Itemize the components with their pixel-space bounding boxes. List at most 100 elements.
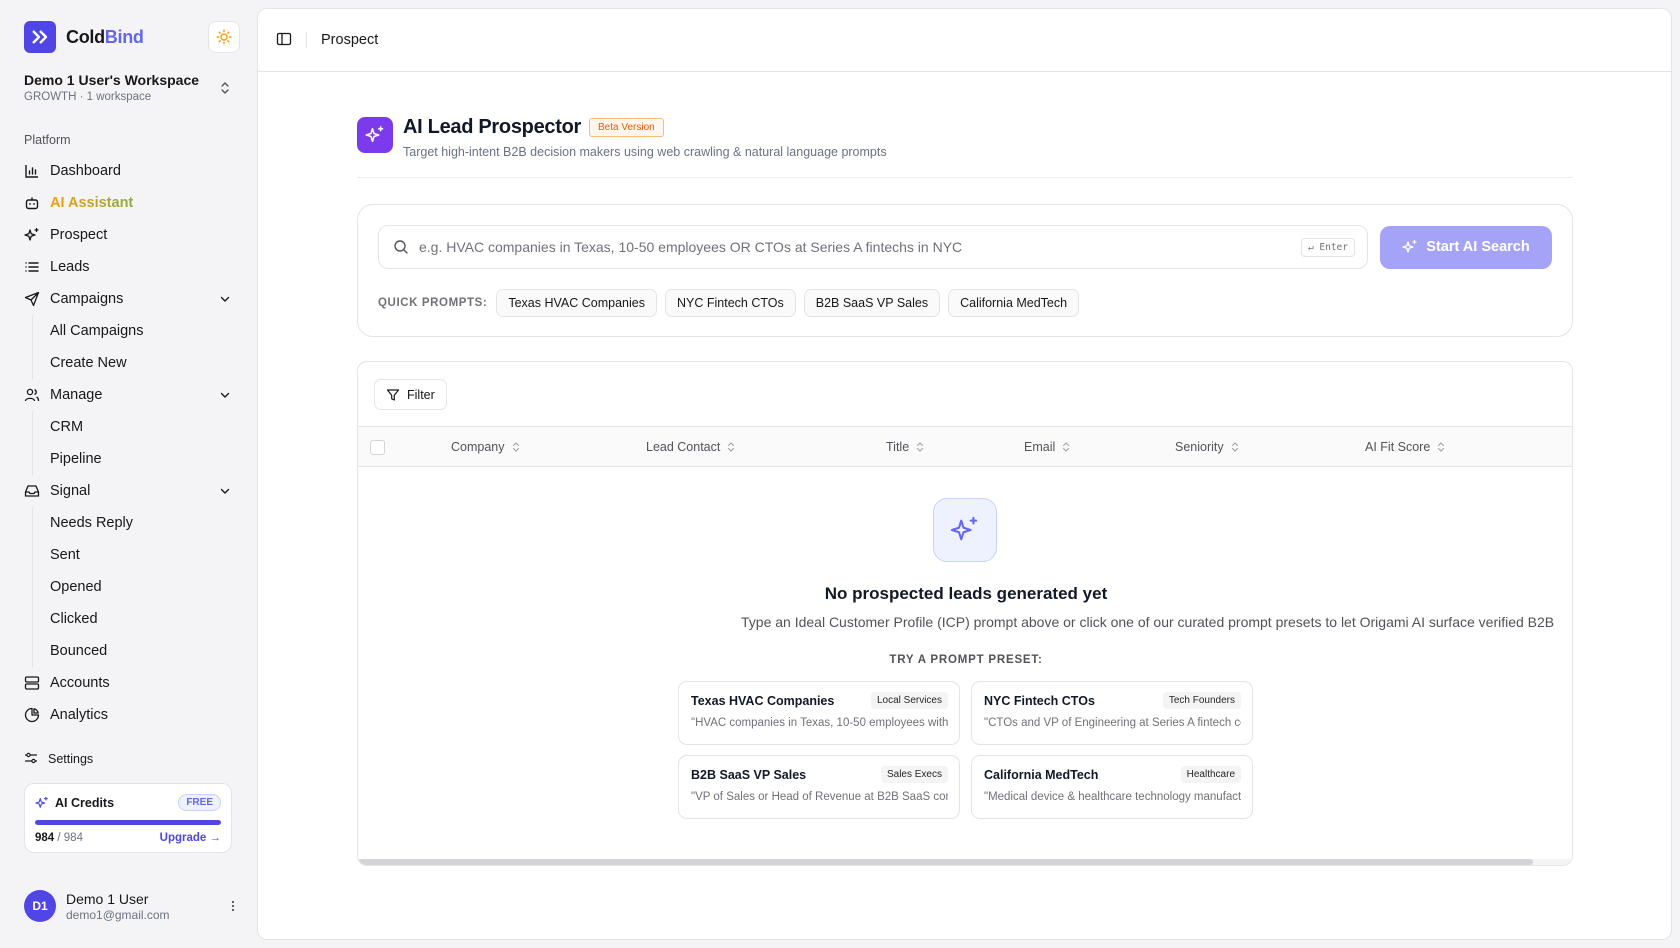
sidebar-item-accounts[interactable]: Accounts (24, 667, 240, 699)
bar-chart-icon (24, 163, 40, 179)
sort-icon (512, 442, 519, 452)
ai-credits-card: AI Credits FREE 984 / 984 Upgrade → (24, 783, 232, 853)
preset-title: Texas HVAC Companies (691, 693, 835, 708)
credits-progress-bar (35, 820, 221, 825)
brand-name-part2: Bind (104, 26, 144, 47)
select-all-checkbox[interactable] (370, 440, 385, 455)
sidebar-item-campaigns[interactable]: Campaigns (24, 283, 240, 315)
preset-tag: Sales Execs (880, 766, 948, 783)
credits-used: 984 (35, 832, 55, 844)
preset-description: "Medical device & healthcare technology … (984, 791, 1241, 803)
sidebar-item-settings[interactable]: Settings (24, 745, 240, 773)
sidebar-item-label: Prospect (50, 227, 108, 243)
filter-button[interactable]: Filter (374, 379, 447, 410)
users-icon (24, 387, 40, 403)
brand-row: ColdBind (24, 20, 240, 54)
chevron-down-icon[interactable] (218, 292, 232, 306)
sidebar-item-label: Accounts (50, 675, 110, 691)
search-card: ↵ Enter Start AI Search QUICK PROMPTS: T… (357, 204, 1573, 337)
sidebar-subitem-bounced[interactable]: Bounced (50, 635, 240, 667)
empty-state-title: No prospected leads generated yet (824, 584, 1108, 603)
quick-prompt-chip[interactable]: Texas HVAC Companies (496, 289, 657, 317)
brand[interactable]: ColdBind (24, 21, 144, 53)
preset-tag: Healthcare (1180, 766, 1241, 783)
workspace-plan: GROWTH · 1 workspace (24, 91, 152, 103)
sidebar-toggle-icon[interactable] (276, 31, 292, 50)
sort-icon (1231, 442, 1238, 452)
sidebar: ColdBind Demo 1 User's Workspace GROWTH … (0, 0, 256, 948)
signal-submenu: Needs Reply Sent Opened Clicked Bounced (32, 507, 240, 667)
sidebar-item-manage[interactable]: Manage (24, 379, 240, 411)
sidebar-item-label: Leads (50, 259, 90, 275)
prompt-preset-card[interactable]: B2B SaaS VP Sales Sales Execs "VP of Sale… (678, 755, 960, 819)
credits-progress-fill (35, 820, 221, 825)
upgrade-link[interactable]: Upgrade → (160, 832, 221, 844)
scrollbar-thumb[interactable] (358, 859, 1533, 865)
quick-prompts: QUICK PROMPTS: Texas HVAC Companies NYC … (378, 289, 1552, 317)
horizontal-scrollbar[interactable] (358, 859, 1572, 865)
settings-label: Settings (48, 752, 94, 766)
sort-icon (1438, 442, 1445, 452)
beta-badge: Beta Version (588, 118, 664, 137)
search-input[interactable] (419, 239, 1291, 255)
sidebar-item-label: Signal (50, 483, 91, 499)
sidebar-item-label: Dashboard (50, 163, 121, 179)
sidebar-subitem-all-campaigns[interactable]: All Campaigns (50, 315, 240, 347)
start-ai-search-button[interactable]: Start AI Search (1380, 225, 1552, 269)
prompt-preset-card[interactable]: NYC Fintech CTOs Tech Founders "CTOs and … (971, 681, 1253, 745)
sidebar-item-label: Manage (50, 387, 103, 403)
topbar-divider (306, 32, 307, 48)
user-profile[interactable]: D1 Demo 1 User demo1@gmail.com (24, 890, 240, 922)
user-name: Demo 1 User (66, 890, 149, 907)
quick-prompt-chip[interactable]: B2B SaaS VP Sales (803, 289, 941, 317)
column-header-company[interactable]: Company (451, 427, 521, 467)
chevron-down-icon[interactable] (218, 388, 232, 402)
sidebar-item-label: AI Assistant (50, 195, 232, 211)
sidebar-subitem-needs-reply[interactable]: Needs Reply (50, 507, 240, 539)
column-header-title[interactable]: Title (886, 427, 925, 467)
brand-name: ColdBind (66, 27, 144, 48)
sidebar-item-signal[interactable]: Signal (24, 475, 240, 507)
preset-title: California MedTech (984, 767, 1099, 782)
sidebar-subitem-opened[interactable]: Opened (50, 571, 240, 603)
quick-prompt-chip[interactable]: NYC Fintech CTOs (665, 289, 796, 317)
column-label: Email (1024, 440, 1056, 454)
column-header-ai-fit-score[interactable]: AI Fit Score (1365, 427, 1446, 467)
sidebar-item-prospect[interactable]: Prospect (24, 219, 240, 251)
preset-description: "CTOs and VP of Engineering at Series A … (984, 717, 1241, 729)
prompt-preset-card[interactable]: California MedTech Healthcare "Medical de… (971, 755, 1253, 819)
workspace-switcher[interactable]: Demo 1 User's Workspace GROWTH · 1 works… (24, 72, 240, 103)
sidebar-item-label: Campaigns (50, 291, 124, 307)
sidebar-subitem-pipeline[interactable]: Pipeline (50, 443, 240, 475)
sidebar-item-ai-assistant[interactable]: AI Assistant (24, 187, 240, 219)
column-header-lead-contact[interactable]: Lead Contact (646, 427, 736, 467)
quick-prompt-chip[interactable]: California MedTech (948, 289, 1080, 317)
sidebar-item-leads[interactable]: Leads (24, 251, 240, 283)
sidebar-item-analytics[interactable]: Analytics (24, 699, 240, 731)
sort-icon (1063, 442, 1070, 452)
credits-total: / 984 (57, 832, 83, 844)
sidebar-item-dashboard[interactable]: Dashboard (24, 155, 240, 187)
bot-icon (24, 195, 40, 211)
settings-sliders-icon (24, 751, 38, 768)
preset-title: NYC Fintech CTOs (984, 693, 1095, 708)
sidebar-subitem-sent[interactable]: Sent (50, 539, 240, 571)
chevron-down-icon[interactable] (218, 484, 232, 498)
preset-title: B2B SaaS VP Sales (691, 767, 807, 782)
more-vertical-icon[interactable] (226, 899, 240, 913)
sidebar-nav-bottom: Accounts Analytics (24, 667, 240, 731)
brand-name-part1: Cold (66, 26, 105, 47)
column-header-email[interactable]: Email (1024, 427, 1071, 467)
table-header: Company Lead Contact Title Email Seniori… (358, 426, 1572, 467)
column-header-seniority[interactable]: Seniority (1175, 427, 1240, 467)
workspace-name: Demo 1 User's Workspace (24, 72, 200, 88)
preset-section-label: TRY A PROMPT PRESET: (889, 654, 1043, 666)
sidebar-subitem-clicked[interactable]: Clicked (50, 603, 240, 635)
prompt-preset-card[interactable]: Texas HVAC Companies Local Services "HVAC… (678, 681, 960, 745)
sidebar-section-label: Platform (24, 133, 71, 147)
theme-toggle-button[interactable] (208, 21, 240, 53)
sidebar-nav-manage: Manage (24, 379, 240, 411)
sidebar-subitem-create-new[interactable]: Create New (50, 347, 240, 379)
sidebar-subitem-crm[interactable]: CRM (50, 411, 240, 443)
search-box[interactable]: ↵ Enter (378, 225, 1368, 269)
